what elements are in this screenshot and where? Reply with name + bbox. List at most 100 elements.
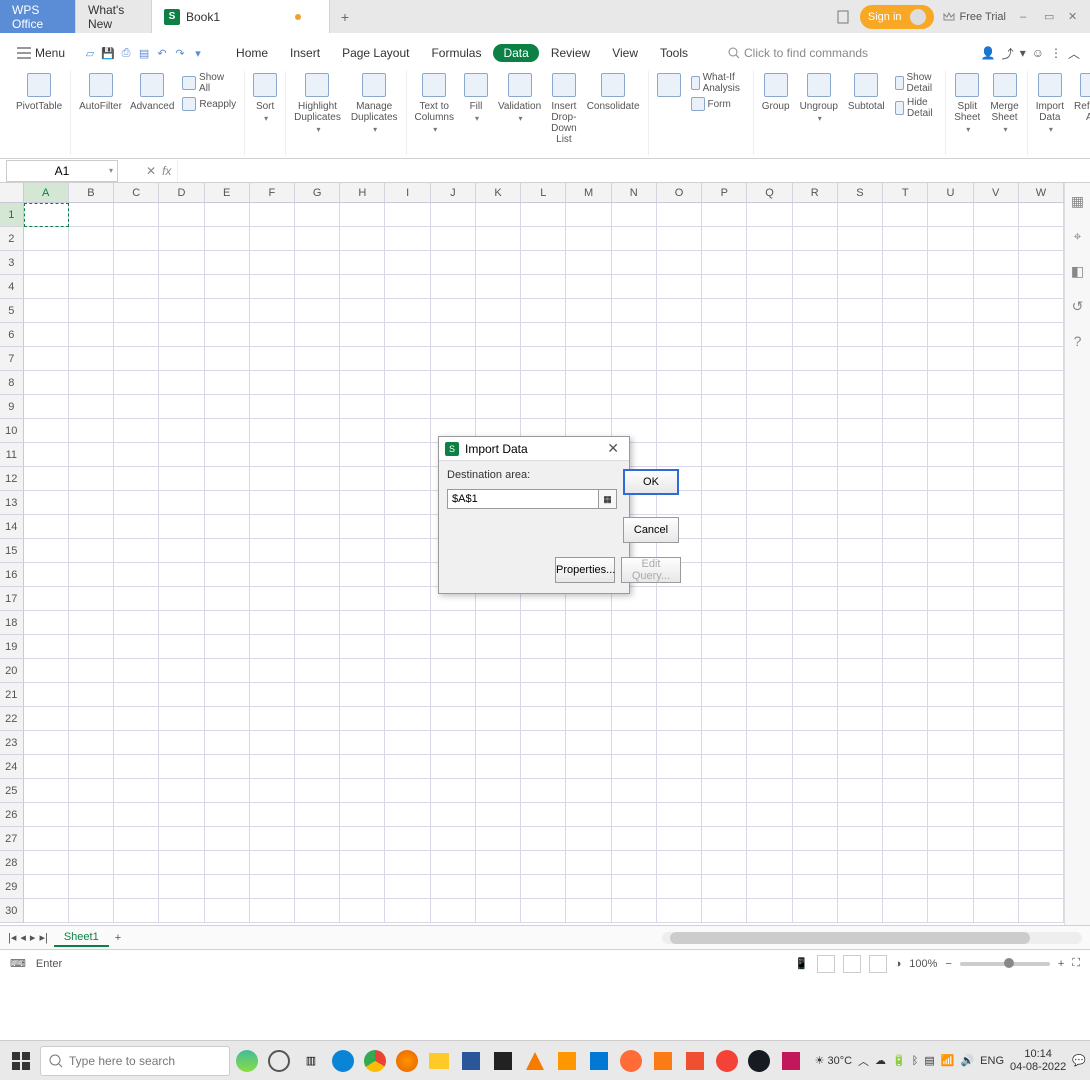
cell[interactable] [566, 323, 611, 347]
firefox-icon[interactable] [392, 1046, 422, 1076]
cell[interactable] [340, 731, 385, 755]
cell[interactable] [385, 299, 430, 323]
vscode-icon[interactable] [584, 1046, 614, 1076]
cell[interactable] [974, 587, 1019, 611]
show-all-button[interactable]: Show All [180, 71, 238, 95]
cell[interactable] [657, 851, 702, 875]
cell[interactable] [793, 635, 838, 659]
cell[interactable] [521, 635, 566, 659]
cell[interactable] [612, 371, 657, 395]
cell[interactable] [928, 491, 973, 515]
explorer-icon[interactable] [424, 1046, 454, 1076]
cell[interactable] [250, 251, 295, 275]
cell[interactable] [974, 803, 1019, 827]
cell[interactable] [702, 683, 747, 707]
cell[interactable] [114, 419, 159, 443]
cell[interactable] [702, 635, 747, 659]
cell[interactable] [385, 203, 430, 227]
phone-icon[interactable]: 📱 [795, 957, 809, 970]
cell[interactable] [159, 467, 204, 491]
cell[interactable] [24, 587, 69, 611]
cell[interactable] [612, 899, 657, 923]
cell[interactable] [793, 491, 838, 515]
cell[interactable] [793, 395, 838, 419]
cell[interactable] [159, 803, 204, 827]
row-header[interactable]: 14 [0, 515, 24, 539]
cell[interactable] [114, 587, 159, 611]
refresh-all-button[interactable]: Refresh All [1072, 71, 1090, 136]
cell[interactable] [928, 755, 973, 779]
vlc-icon[interactable] [520, 1046, 550, 1076]
cell[interactable] [159, 707, 204, 731]
cell[interactable] [250, 371, 295, 395]
cell[interactable] [476, 323, 521, 347]
cell[interactable] [295, 779, 340, 803]
cell[interactable] [1019, 347, 1064, 371]
weather-widget-icon[interactable] [232, 1046, 262, 1076]
cell[interactable] [838, 659, 883, 683]
cell[interactable] [295, 635, 340, 659]
task-pane-icon[interactable]: ▦ [1071, 193, 1084, 210]
cell[interactable] [250, 419, 295, 443]
column-header[interactable]: W [1019, 183, 1064, 202]
cell[interactable] [205, 683, 250, 707]
cell[interactable] [159, 635, 204, 659]
cell[interactable] [69, 443, 114, 467]
row-header[interactable]: 5 [0, 299, 24, 323]
cell[interactable] [205, 419, 250, 443]
page-layout-view-button[interactable] [843, 955, 861, 973]
volume-icon[interactable]: 🔊 [960, 1054, 974, 1067]
cell[interactable] [838, 827, 883, 851]
cell[interactable] [1019, 635, 1064, 659]
cell[interactable] [250, 467, 295, 491]
network-icon[interactable]: ▤ [924, 1054, 934, 1067]
cell[interactable] [114, 539, 159, 563]
wifi-icon[interactable]: 📶 [941, 1054, 955, 1067]
cell[interactable] [431, 803, 476, 827]
cell[interactable] [747, 683, 792, 707]
autofilter-button[interactable]: AutoFilter [77, 71, 124, 114]
cell[interactable] [928, 731, 973, 755]
subtotal-button[interactable]: Subtotal [846, 71, 887, 114]
cell[interactable] [476, 731, 521, 755]
cell[interactable] [340, 875, 385, 899]
cell[interactable] [69, 851, 114, 875]
cell[interactable] [747, 563, 792, 587]
cell[interactable] [340, 611, 385, 635]
cell[interactable] [205, 827, 250, 851]
cell[interactable] [114, 227, 159, 251]
cell[interactable] [24, 755, 69, 779]
cell[interactable] [883, 563, 928, 587]
cell[interactable] [69, 347, 114, 371]
cell[interactable] [114, 851, 159, 875]
cell[interactable] [24, 467, 69, 491]
cell[interactable] [793, 827, 838, 851]
battery-icon[interactable]: 🔋 [892, 1054, 906, 1067]
cell[interactable] [883, 659, 928, 683]
cell[interactable] [24, 275, 69, 299]
cell[interactable] [295, 803, 340, 827]
cell[interactable] [69, 659, 114, 683]
cell[interactable] [566, 611, 611, 635]
cell[interactable] [205, 875, 250, 899]
notifications-icon[interactable]: 💬 [1072, 1054, 1086, 1067]
cell[interactable] [657, 899, 702, 923]
cell[interactable] [974, 395, 1019, 419]
app-icon[interactable] [776, 1046, 806, 1076]
taskbar-search[interactable]: Type here to search [40, 1046, 230, 1076]
cell[interactable] [702, 227, 747, 251]
cell[interactable] [883, 539, 928, 563]
cell[interactable] [340, 275, 385, 299]
cell[interactable] [114, 803, 159, 827]
edge-icon[interactable] [328, 1046, 358, 1076]
cell[interactable] [340, 299, 385, 323]
cell[interactable] [521, 827, 566, 851]
column-header[interactable]: I [385, 183, 430, 202]
cell[interactable] [114, 563, 159, 587]
cell[interactable] [385, 899, 430, 923]
cell[interactable] [340, 491, 385, 515]
cell[interactable] [114, 899, 159, 923]
cell[interactable] [928, 683, 973, 707]
cell[interactable] [431, 227, 476, 251]
column-header[interactable]: K [476, 183, 521, 202]
